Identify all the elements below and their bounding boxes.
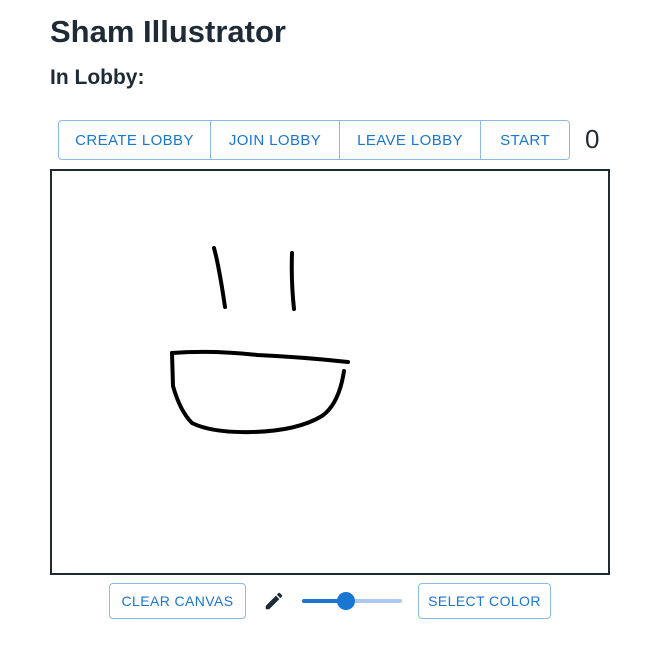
drawing-canvas[interactable] (50, 169, 610, 575)
player-counter: 0 (585, 124, 600, 154)
brush-size-slider[interactable] (302, 591, 402, 611)
drawing-strokes (170, 246, 350, 435)
clear-canvas-button[interactable]: CLEAR CANVAS (109, 583, 246, 619)
join-lobby-button[interactable]: JOIN LOBBY (210, 121, 339, 159)
create-lobby-button[interactable]: CREATE LOBBY (59, 121, 210, 159)
left-eye-stroke (212, 246, 227, 309)
mouth-curve-stroke (170, 351, 346, 435)
pencil-icon[interactable] (263, 590, 285, 612)
right-eye-stroke (289, 251, 296, 311)
lobby-status: In Lobby: (50, 66, 145, 89)
slider-thumb[interactable] (337, 592, 355, 610)
lobby-button-group: CREATE LOBBY JOIN LOBBY LEAVE LOBBY STAR… (58, 120, 570, 160)
start-button[interactable]: START (480, 121, 569, 159)
mouth-top-stroke (170, 349, 350, 364)
select-color-button[interactable]: SELECT COLOR (418, 583, 551, 619)
leave-lobby-button[interactable]: LEAVE LOBBY (339, 121, 480, 159)
app-title: Sham Illustrator (50, 14, 286, 49)
